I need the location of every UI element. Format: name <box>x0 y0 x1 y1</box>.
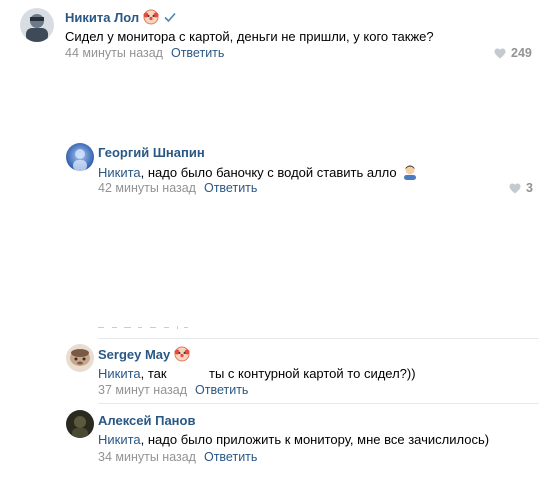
author-name-text[interactable]: Алексей Панов <box>98 413 195 428</box>
avatar[interactable] <box>66 344 94 372</box>
comment-meta: 34 минуты назад Ответить <box>98 450 257 464</box>
like-count: 3 <box>526 181 533 195</box>
comment-meta: 37 минут назад Ответить <box>98 383 248 397</box>
comment-meta: 42 минуты назад Ответить <box>98 181 257 195</box>
avatar[interactable] <box>20 8 54 42</box>
like-button[interactable]: 3 <box>509 181 533 195</box>
comment-time[interactable]: 42 минуты назад <box>98 181 196 195</box>
author-name-text[interactable]: Никита Лол <box>65 10 139 25</box>
avatar-image <box>66 410 94 438</box>
comment-text-continued: ты с контурной картой то сидел?)) <box>209 366 416 381</box>
comment-text-body: , так <box>140 366 167 381</box>
comment-time[interactable]: 44 минуты назад <box>65 46 163 60</box>
reply-button[interactable]: Ответить <box>204 450 257 464</box>
verified-check-icon <box>164 12 176 23</box>
avatar[interactable] <box>66 410 94 438</box>
avatar-image <box>66 143 94 171</box>
like-count: 249 <box>511 46 532 60</box>
author-name-text[interactable]: Sergey May <box>98 347 170 362</box>
mention-link[interactable]: Никита <box>98 165 141 180</box>
comment-text: Никита, так <box>98 366 167 381</box>
avatar[interactable] <box>66 143 94 171</box>
comment-text: Никита, надо было баночку с водой ставит… <box>98 164 418 180</box>
comment-meta: 44 минуты назад Ответить <box>65 46 224 60</box>
author-name-text[interactable]: Георгий Шнапин <box>98 145 205 160</box>
man-emoji-icon <box>404 165 417 180</box>
clown-badge-icon <box>174 346 190 362</box>
author-name[interactable]: Никита Лол <box>65 9 177 25</box>
mention-link[interactable]: Никита <box>98 366 141 381</box>
reply-button[interactable]: Ответить <box>171 46 224 60</box>
avatar-image <box>66 344 94 372</box>
heart-icon <box>494 48 506 58</box>
author-name[interactable]: Алексей Панов <box>98 413 195 428</box>
heart-icon <box>509 183 521 193</box>
comment-text: Никита, надо было приложить к монитору, … <box>98 432 489 447</box>
separator <box>98 338 539 339</box>
comment-time[interactable]: 34 минуты назад <box>98 450 196 464</box>
like-button[interactable]: 249 <box>494 46 532 60</box>
comment-text: Сидел у монитора с картой, деньги не при… <box>65 29 434 44</box>
author-name[interactable]: Sergey May <box>98 346 190 362</box>
clown-badge-icon <box>143 9 159 25</box>
avatar-image <box>20 8 54 42</box>
comment-text-body: , надо было приложить к монитору, мне вс… <box>140 432 490 447</box>
comment-time[interactable]: 37 минут назад <box>98 383 187 397</box>
separator <box>98 403 539 404</box>
comment-text-body: , надо было баночку с водой ставить алло <box>140 165 397 180</box>
reply-button[interactable]: Ответить <box>195 383 248 397</box>
reply-button[interactable]: Ответить <box>204 181 257 195</box>
author-name[interactable]: Георгий Шнапин <box>98 145 205 160</box>
hidden-comment-remnant <box>98 326 188 329</box>
mention-link[interactable]: Никита <box>98 432 141 447</box>
